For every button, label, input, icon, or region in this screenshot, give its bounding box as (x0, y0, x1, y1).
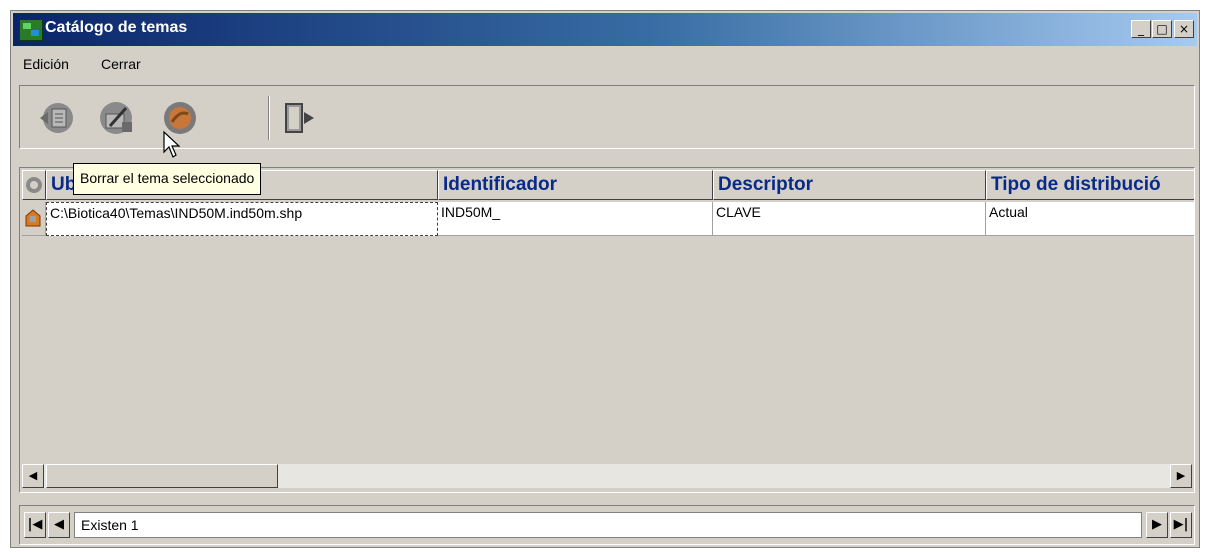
refresh-icon (26, 177, 42, 193)
first-record-button[interactable]: |◀ (24, 512, 46, 538)
menu-cerrar[interactable]: Cerrar (101, 56, 141, 72)
delete-tooltip: Borrar el tema seleccionado (73, 163, 262, 195)
exit-door-icon (285, 103, 314, 133)
add-theme-icon (40, 103, 73, 133)
menu-edicion[interactable]: Edición (23, 56, 69, 72)
window-title: Catálogo de temas (45, 19, 188, 36)
column-header-tipo-distribucion[interactable]: Tipo de distribució (986, 170, 1194, 200)
app-map-icon (19, 19, 43, 41)
next-record-button[interactable]: ▶ (1146, 512, 1168, 538)
column-header-descriptor[interactable]: Descriptor (713, 170, 986, 200)
scroll-right-arrow-icon[interactable]: ▶ (1170, 464, 1192, 488)
column-header-identificador[interactable]: Identificador (438, 170, 713, 200)
scrollbar-thumb[interactable] (46, 464, 278, 488)
title-bar[interactable]: Catálogo de temas _ □ × (13, 13, 1197, 46)
current-row-icon (25, 209, 41, 227)
maximize-button[interactable]: □ (1152, 20, 1172, 38)
exit-button[interactable] (278, 98, 318, 138)
cell-identificador[interactable]: IND50M_ (438, 202, 713, 236)
minimize-button[interactable]: _ (1131, 20, 1151, 38)
row-indicator[interactable] (22, 202, 46, 236)
cell-ubicacion[interactable]: C:\Biotica40\Temas\IND50M.ind50m.shp (46, 202, 438, 236)
scroll-left-arrow-icon[interactable]: ◀ (22, 464, 44, 488)
last-record-button[interactable]: ▶| (1170, 512, 1192, 538)
theme-table: Ub Identificador Descriptor Tipo de dist… (19, 167, 1195, 493)
record-count-status: Existen 1 (74, 512, 1142, 538)
edit-theme-icon (100, 102, 132, 134)
prev-record-button[interactable]: ◀ (48, 512, 70, 538)
record-navigator: |◀ ◀ Existen 1 ▶ ▶| (19, 505, 1195, 545)
edit-theme-button[interactable] (96, 98, 136, 138)
toolbar-separator (268, 96, 270, 140)
cell-descriptor[interactable]: CLAVE (713, 202, 986, 236)
toolbar (19, 85, 1195, 149)
menu-bar: Edición Cerrar (13, 49, 1197, 77)
close-button[interactable]: × (1174, 20, 1194, 38)
add-theme-button[interactable] (36, 98, 76, 138)
mouse-pointer-icon (163, 130, 181, 158)
cell-tipo-distribucion[interactable]: Actual (986, 202, 1194, 236)
select-all-corner[interactable] (22, 170, 46, 200)
catalog-window: Catálogo de temas _ □ × Edición Cerrar U… (10, 10, 1200, 548)
horizontal-scrollbar[interactable]: ◀ ▶ (22, 464, 1192, 488)
